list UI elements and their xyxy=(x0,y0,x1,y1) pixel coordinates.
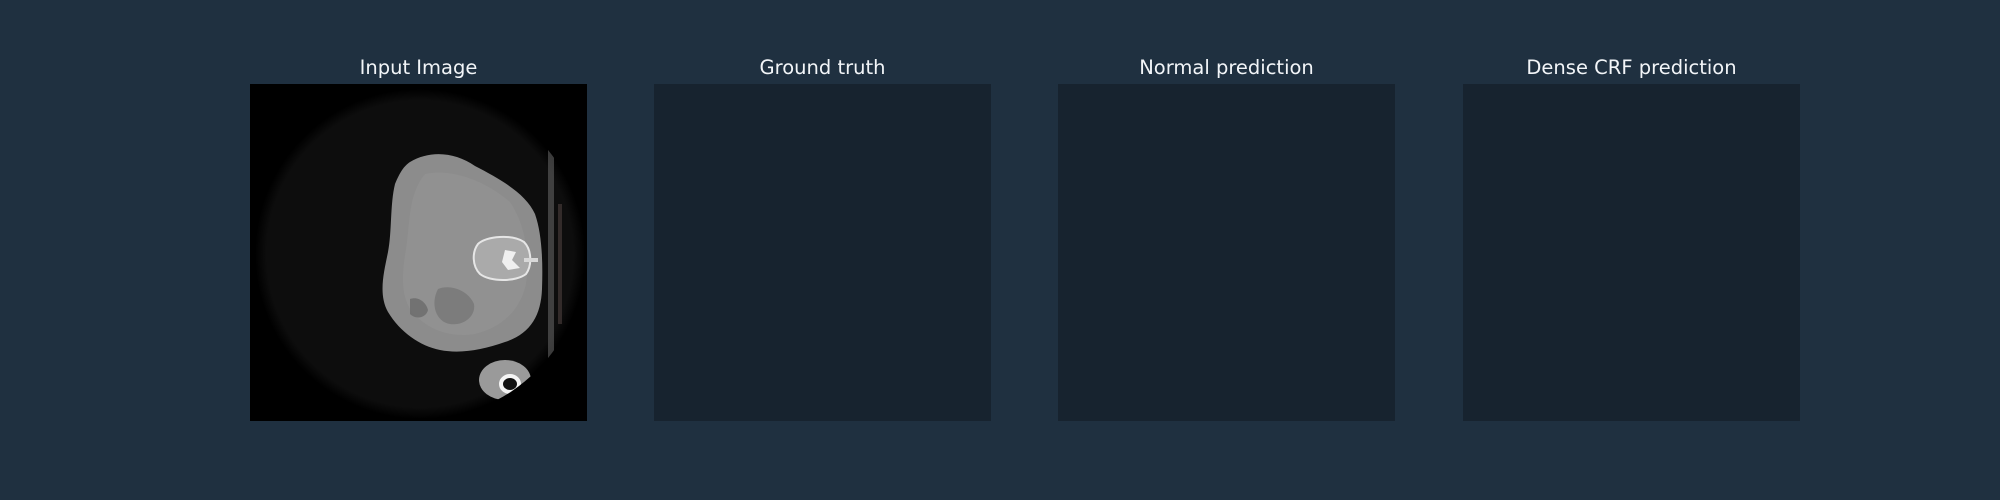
panel-title-input-image: Input Image xyxy=(359,56,478,79)
normal-prediction-mask xyxy=(1058,84,1395,421)
panel-input-image: Input Image xyxy=(250,0,587,425)
ground-truth-mask xyxy=(654,84,991,421)
panel-title-normal-prediction: Normal prediction xyxy=(1139,56,1314,79)
panel-dense-crf-prediction: Dense CRF prediction xyxy=(1463,0,1800,425)
dense-crf-prediction-mask xyxy=(1463,84,1800,421)
panel-title-dense-crf-prediction: Dense CRF prediction xyxy=(1526,56,1737,79)
panel-title-ground-truth: Ground truth xyxy=(759,56,886,79)
ct-scan-image xyxy=(250,84,587,421)
panel-ground-truth: Ground truth xyxy=(654,0,991,425)
panel-normal-prediction: Normal prediction xyxy=(1058,0,1395,425)
